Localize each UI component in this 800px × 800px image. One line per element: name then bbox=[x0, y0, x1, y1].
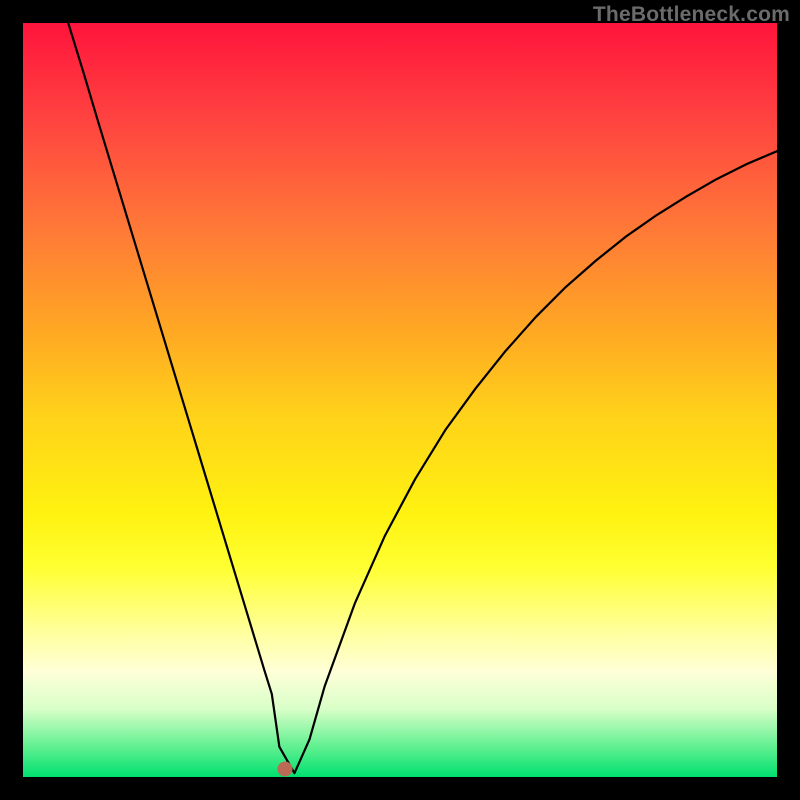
watermark-text: TheBottleneck.com bbox=[593, 3, 790, 27]
chart-canvas: TheBottleneck.com bbox=[0, 0, 800, 800]
optimal-point-marker bbox=[277, 762, 292, 777]
bottleneck-curve bbox=[23, 23, 777, 777]
plot-area bbox=[23, 23, 777, 777]
